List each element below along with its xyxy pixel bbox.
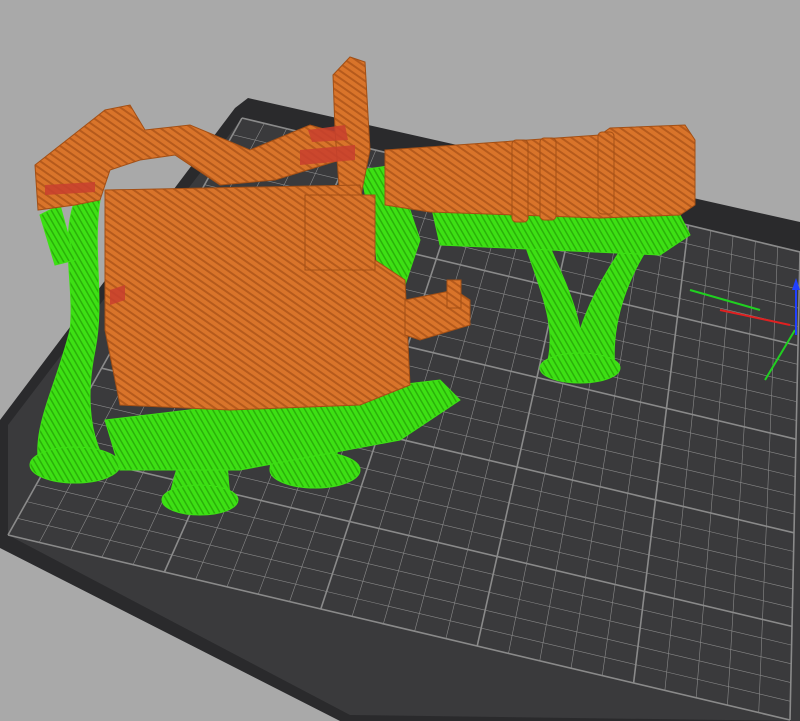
- 3d-viewport[interactable]: [0, 0, 800, 721]
- tree-support-base: [539, 352, 621, 384]
- model-side-knob: [446, 279, 462, 309]
- barrel-ring: [539, 137, 557, 221]
- barrel-ring: [597, 131, 615, 215]
- tree-support-base: [161, 484, 239, 516]
- model-bracket: [304, 194, 376, 271]
- scene-canvas[interactable]: [0, 0, 800, 721]
- tree-support-base: [29, 446, 121, 484]
- barrel-ring: [511, 139, 529, 223]
